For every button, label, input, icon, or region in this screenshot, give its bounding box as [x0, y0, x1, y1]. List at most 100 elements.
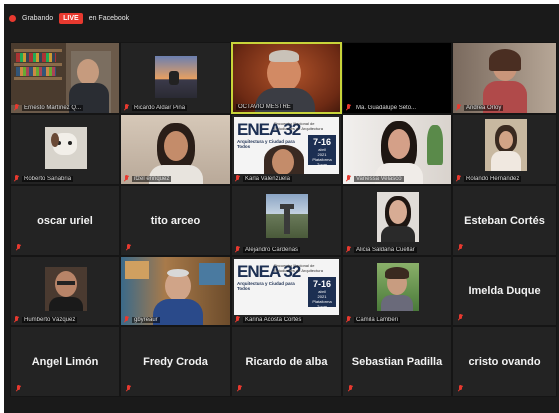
participant-tile[interactable]: ENEA 32 Encuentro Nacional de Estudiante…: [231, 114, 342, 185]
participant-label: gbyreaur: [124, 316, 227, 323]
participant-name-placeholder: Esteban Cortés: [464, 214, 545, 227]
participant-tile[interactable]: Alicia Saldaña Cuellar: [342, 185, 452, 256]
participant-name: Ernesto Martínez Q...: [22, 104, 84, 111]
muted-mic-icon: [458, 244, 463, 251]
participant-tile[interactable]: Esteban Cortés: [452, 185, 557, 256]
muted-mic-icon: [456, 175, 461, 182]
participant-name: Andrea Orloy: [464, 104, 504, 111]
participant-name: OCTAVIO MESTRE: [236, 104, 293, 110]
muted-mic-icon: [348, 385, 353, 392]
muted-mic-icon: [124, 316, 129, 323]
muted-mic-icon: [124, 175, 129, 182]
muted-mic-icon: [346, 104, 351, 111]
muted-mic-icon: [346, 175, 351, 182]
participant-name: itzel enriquez: [132, 175, 172, 182]
event-poster: ENEA 32 Encuentro Nacional de Estudiante…: [234, 117, 339, 174]
participant-video: [343, 115, 451, 184]
participant-name-placeholder: cristo ovando: [468, 355, 541, 368]
participant-tile[interactable]: tito arceo: [120, 185, 231, 256]
participant-name: Ma. Guadalupe Seto...: [354, 104, 419, 111]
participant-name-placeholder: Angel Limón: [31, 355, 99, 368]
participant-tile[interactable]: Roberto Sanabria: [10, 114, 120, 185]
participant-tile[interactable]: Andrea Orloy: [452, 42, 557, 114]
participant-name-placeholder: tito arceo: [150, 214, 201, 227]
participant-video: [233, 44, 340, 112]
participant-video: [453, 43, 556, 113]
participant-label: Ricardo Aldair Piña: [124, 104, 227, 111]
event-poster: ENEA 32 Encuentro Nacional de Estudiante…: [234, 259, 339, 315]
muted-mic-icon: [458, 385, 463, 392]
participant-video: [11, 115, 119, 184]
participant-label: Rolando Hernández: [456, 175, 553, 182]
participant-tile[interactable]: itzel enriquez: [120, 114, 231, 185]
participant-tile[interactable]: ENEA 32 Encuentro Nacional de Estudiante…: [231, 256, 342, 326]
poster-theme: Arquitectura y Ciudad para Todos: [237, 281, 295, 291]
participant-name: Camila Lamberi: [354, 316, 401, 323]
participant-tile[interactable]: Fredy Croda: [120, 326, 231, 397]
participant-tile[interactable]: cristo ovando: [452, 326, 557, 397]
participant-name: Vanessa Velasco: [354, 175, 404, 182]
live-badge[interactable]: LIVE: [59, 12, 83, 24]
poster-date-days: 7-16: [312, 279, 331, 289]
participant-video: [121, 43, 230, 113]
participant-name: Alicia Saldaña Cuellar: [354, 246, 417, 253]
participant-name: Ricardo Aldair Piña: [132, 104, 188, 111]
muted-mic-icon: [235, 175, 240, 182]
participant-tile[interactable]: Humberto Vázquez: [10, 256, 120, 326]
muted-mic-icon: [14, 104, 19, 111]
participant-video: [232, 186, 341, 255]
gallery-grid: Ernesto Martínez Q... Ricardo Aldair Piñ…: [10, 42, 559, 413]
participant-tile[interactable]: Vanessa Velasco: [342, 114, 452, 185]
muted-mic-icon: [14, 316, 19, 323]
participant-tile[interactable]: oscar uriel: [10, 185, 120, 256]
participant-tile-active-speaker[interactable]: OCTAVIO MESTRE: [231, 42, 342, 114]
muted-mic-icon: [16, 385, 21, 392]
participant-tile[interactable]: Ricardo Aldair Piña: [120, 42, 231, 114]
participant-label: Ernesto Martínez Q...: [14, 104, 116, 111]
participant-tile[interactable]: Ernesto Martínez Q...: [10, 42, 120, 114]
muted-mic-icon: [16, 244, 21, 251]
muted-mic-icon: [346, 246, 351, 253]
participant-name-placeholder: oscar uriel: [37, 214, 93, 227]
participant-name: gbyreaur: [132, 316, 160, 323]
participant-name-placeholder: Imelda Duque: [468, 285, 541, 297]
participant-name: Roberto Sanabria: [22, 175, 74, 182]
muted-mic-icon: [456, 104, 461, 111]
participant-tile[interactable]: Rolando Hernández: [452, 114, 557, 185]
live-platform-label: en Facebook: [88, 14, 130, 22]
muted-mic-icon: [235, 246, 240, 253]
participant-label: Karina Acosta Cortés: [235, 316, 338, 323]
participant-tile[interactable]: Sebastian Padilla: [342, 326, 452, 397]
participant-tile[interactable]: Alejandro Cárdenas: [231, 185, 342, 256]
participant-label: itzel enriquez: [124, 175, 227, 182]
zoom-meeting-window: Grabando LIVE en Facebook Ernesto Martín…: [4, 4, 559, 413]
participant-label: Roberto Sanabria: [14, 175, 116, 182]
participant-label: Camila Lamberi: [346, 316, 448, 323]
participant-label: Andrea Orloy: [456, 104, 553, 111]
poster-date-note: Plataforma Zoom: [312, 299, 332, 309]
poster-date: 7-16 abril 2021 Plataforma Zoom: [308, 277, 336, 309]
poster-date-note: Plataforma Zoom: [312, 157, 332, 167]
muted-mic-icon: [346, 316, 351, 323]
participant-tile[interactable]: Ma. Guadalupe Seto...: [342, 42, 452, 114]
participant-tile[interactable]: Imelda Duque: [452, 256, 557, 326]
participant-name-placeholder: Ricardo de alba: [245, 355, 328, 368]
participant-label: Karla Valenzuela: [235, 175, 338, 182]
participant-tile[interactable]: Ricardo de alba: [231, 326, 342, 397]
muted-mic-icon: [126, 244, 131, 251]
participant-label: OCTAVIO MESTRE: [236, 104, 337, 110]
participant-tile[interactable]: Camila Lamberi: [342, 256, 452, 326]
participant-name-placeholder: Fredy Croda: [143, 355, 208, 368]
participant-video: [11, 43, 119, 113]
muted-mic-icon: [14, 175, 19, 182]
participant-label: Alicia Saldaña Cuellar: [346, 246, 448, 253]
participant-video: [343, 257, 451, 325]
recording-label: Grabando: [22, 14, 54, 22]
muted-mic-icon: [126, 385, 131, 392]
participant-tile[interactable]: gbyreaur: [120, 256, 231, 326]
muted-mic-icon: [235, 316, 240, 323]
participant-video: [121, 115, 230, 184]
participant-tile[interactable]: Angel Limón: [10, 326, 120, 397]
recording-dot-icon: [9, 14, 16, 22]
muted-mic-icon: [124, 104, 129, 111]
